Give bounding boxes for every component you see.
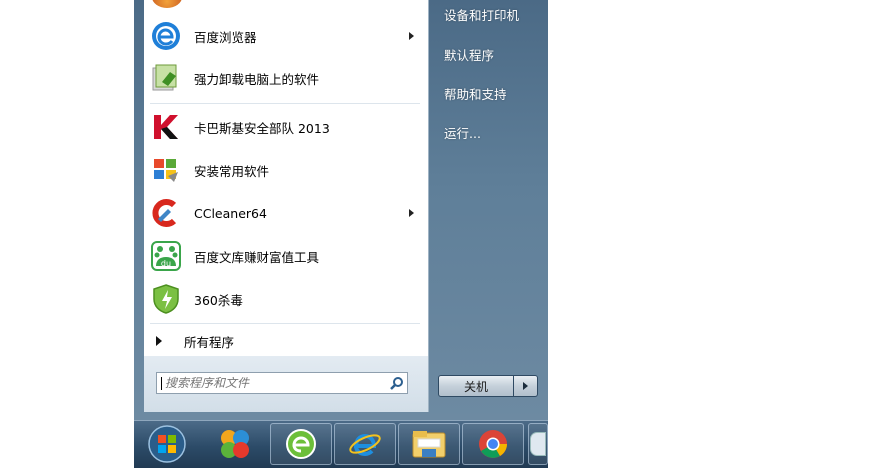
taskbar — [134, 420, 548, 468]
all-programs-button[interactable]: 所有程序 — [144, 326, 428, 356]
media-app-icon — [221, 430, 249, 458]
separator — [150, 103, 420, 104]
program-item-uninstaller[interactable]: 强力卸载电脑上的软件 — [144, 58, 428, 98]
kaspersky-icon — [148, 109, 184, 145]
program-item-install-software[interactable]: 安装常用软件 — [144, 150, 428, 190]
taskbar-media-app[interactable] — [204, 423, 266, 465]
expand-arrow-icon — [156, 336, 162, 346]
default-programs-link[interactable]: 默认程序 — [444, 45, 494, 64]
program-item-kaspersky[interactable]: 卡巴斯基安全部队 2013 — [144, 107, 428, 147]
program-item-360-antivirus[interactable]: 360杀毒 — [144, 279, 428, 319]
partial-app-icon — [530, 432, 546, 456]
chrome-icon — [479, 430, 507, 458]
program-label: 卡巴斯基安全部队 2013 — [194, 120, 330, 136]
program-label: 强力卸载电脑上的软件 — [194, 71, 320, 87]
partial-program-icon[interactable] — [152, 0, 182, 8]
program-item-baidu-wenku[interactable]: du 百度文库赚财富值工具 — [144, 236, 428, 276]
taskbar-file-explorer[interactable] — [398, 423, 460, 465]
run-link[interactable]: 运行... — [444, 123, 481, 142]
taskbar-internet-explorer[interactable] — [334, 423, 396, 465]
baidu-browser-icon — [148, 18, 184, 54]
360-antivirus-icon — [148, 281, 184, 317]
program-label: 360杀毒 — [194, 292, 243, 308]
program-label: 安装常用软件 — [194, 163, 270, 179]
taskbar-partial-app[interactable] — [528, 423, 548, 465]
start-orb-icon — [148, 425, 186, 463]
internet-explorer-icon — [349, 433, 381, 457]
help-support-link[interactable]: 帮助和支持 — [444, 84, 507, 103]
programs-pane: 百度浏览器 强力卸载电脑上的软件 卡巴斯基安全部队 2013 安装常用软件 CC… — [144, 0, 429, 412]
search-input[interactable] — [157, 374, 387, 392]
search-box — [156, 372, 408, 394]
submenu-arrow-icon[interactable] — [409, 209, 414, 217]
shutdown-label: 关机 — [463, 379, 488, 394]
search-icon[interactable] — [387, 373, 407, 393]
program-label: 百度文库赚财富值工具 — [194, 249, 320, 265]
all-programs-label: 所有程序 — [184, 334, 235, 350]
separator — [150, 323, 420, 324]
program-label: CCleaner64 — [194, 205, 267, 221]
devices-printers-link[interactable]: 设备和打印机 — [444, 5, 519, 24]
program-label: 百度浏览器 — [194, 29, 257, 45]
taskbar-chrome[interactable] — [462, 423, 524, 465]
baidu-wenku-icon: du — [148, 238, 184, 274]
360-browser-icon — [286, 429, 316, 459]
search-area — [144, 356, 428, 412]
ccleaner-icon — [148, 195, 184, 231]
shutdown-button[interactable]: 关机 — [438, 375, 514, 397]
svg-text:du: du — [161, 259, 171, 268]
start-button[interactable] — [136, 423, 198, 465]
text-cursor — [161, 377, 162, 390]
uninstaller-icon — [148, 60, 184, 96]
submenu-arrow-icon[interactable] — [409, 32, 414, 40]
chevron-right-icon — [523, 382, 528, 390]
file-explorer-icon — [412, 431, 446, 458]
shutdown-options-button[interactable] — [514, 375, 538, 397]
program-item-baidu-browser[interactable]: 百度浏览器 — [144, 16, 428, 56]
start-menu: 百度浏览器 强力卸载电脑上的软件 卡巴斯基安全部队 2013 安装常用软件 CC… — [134, 0, 548, 420]
program-item-ccleaner[interactable]: CCleaner64 — [144, 193, 428, 233]
taskbar-360-browser[interactable] — [270, 423, 332, 465]
windows-installer-icon — [148, 152, 184, 188]
